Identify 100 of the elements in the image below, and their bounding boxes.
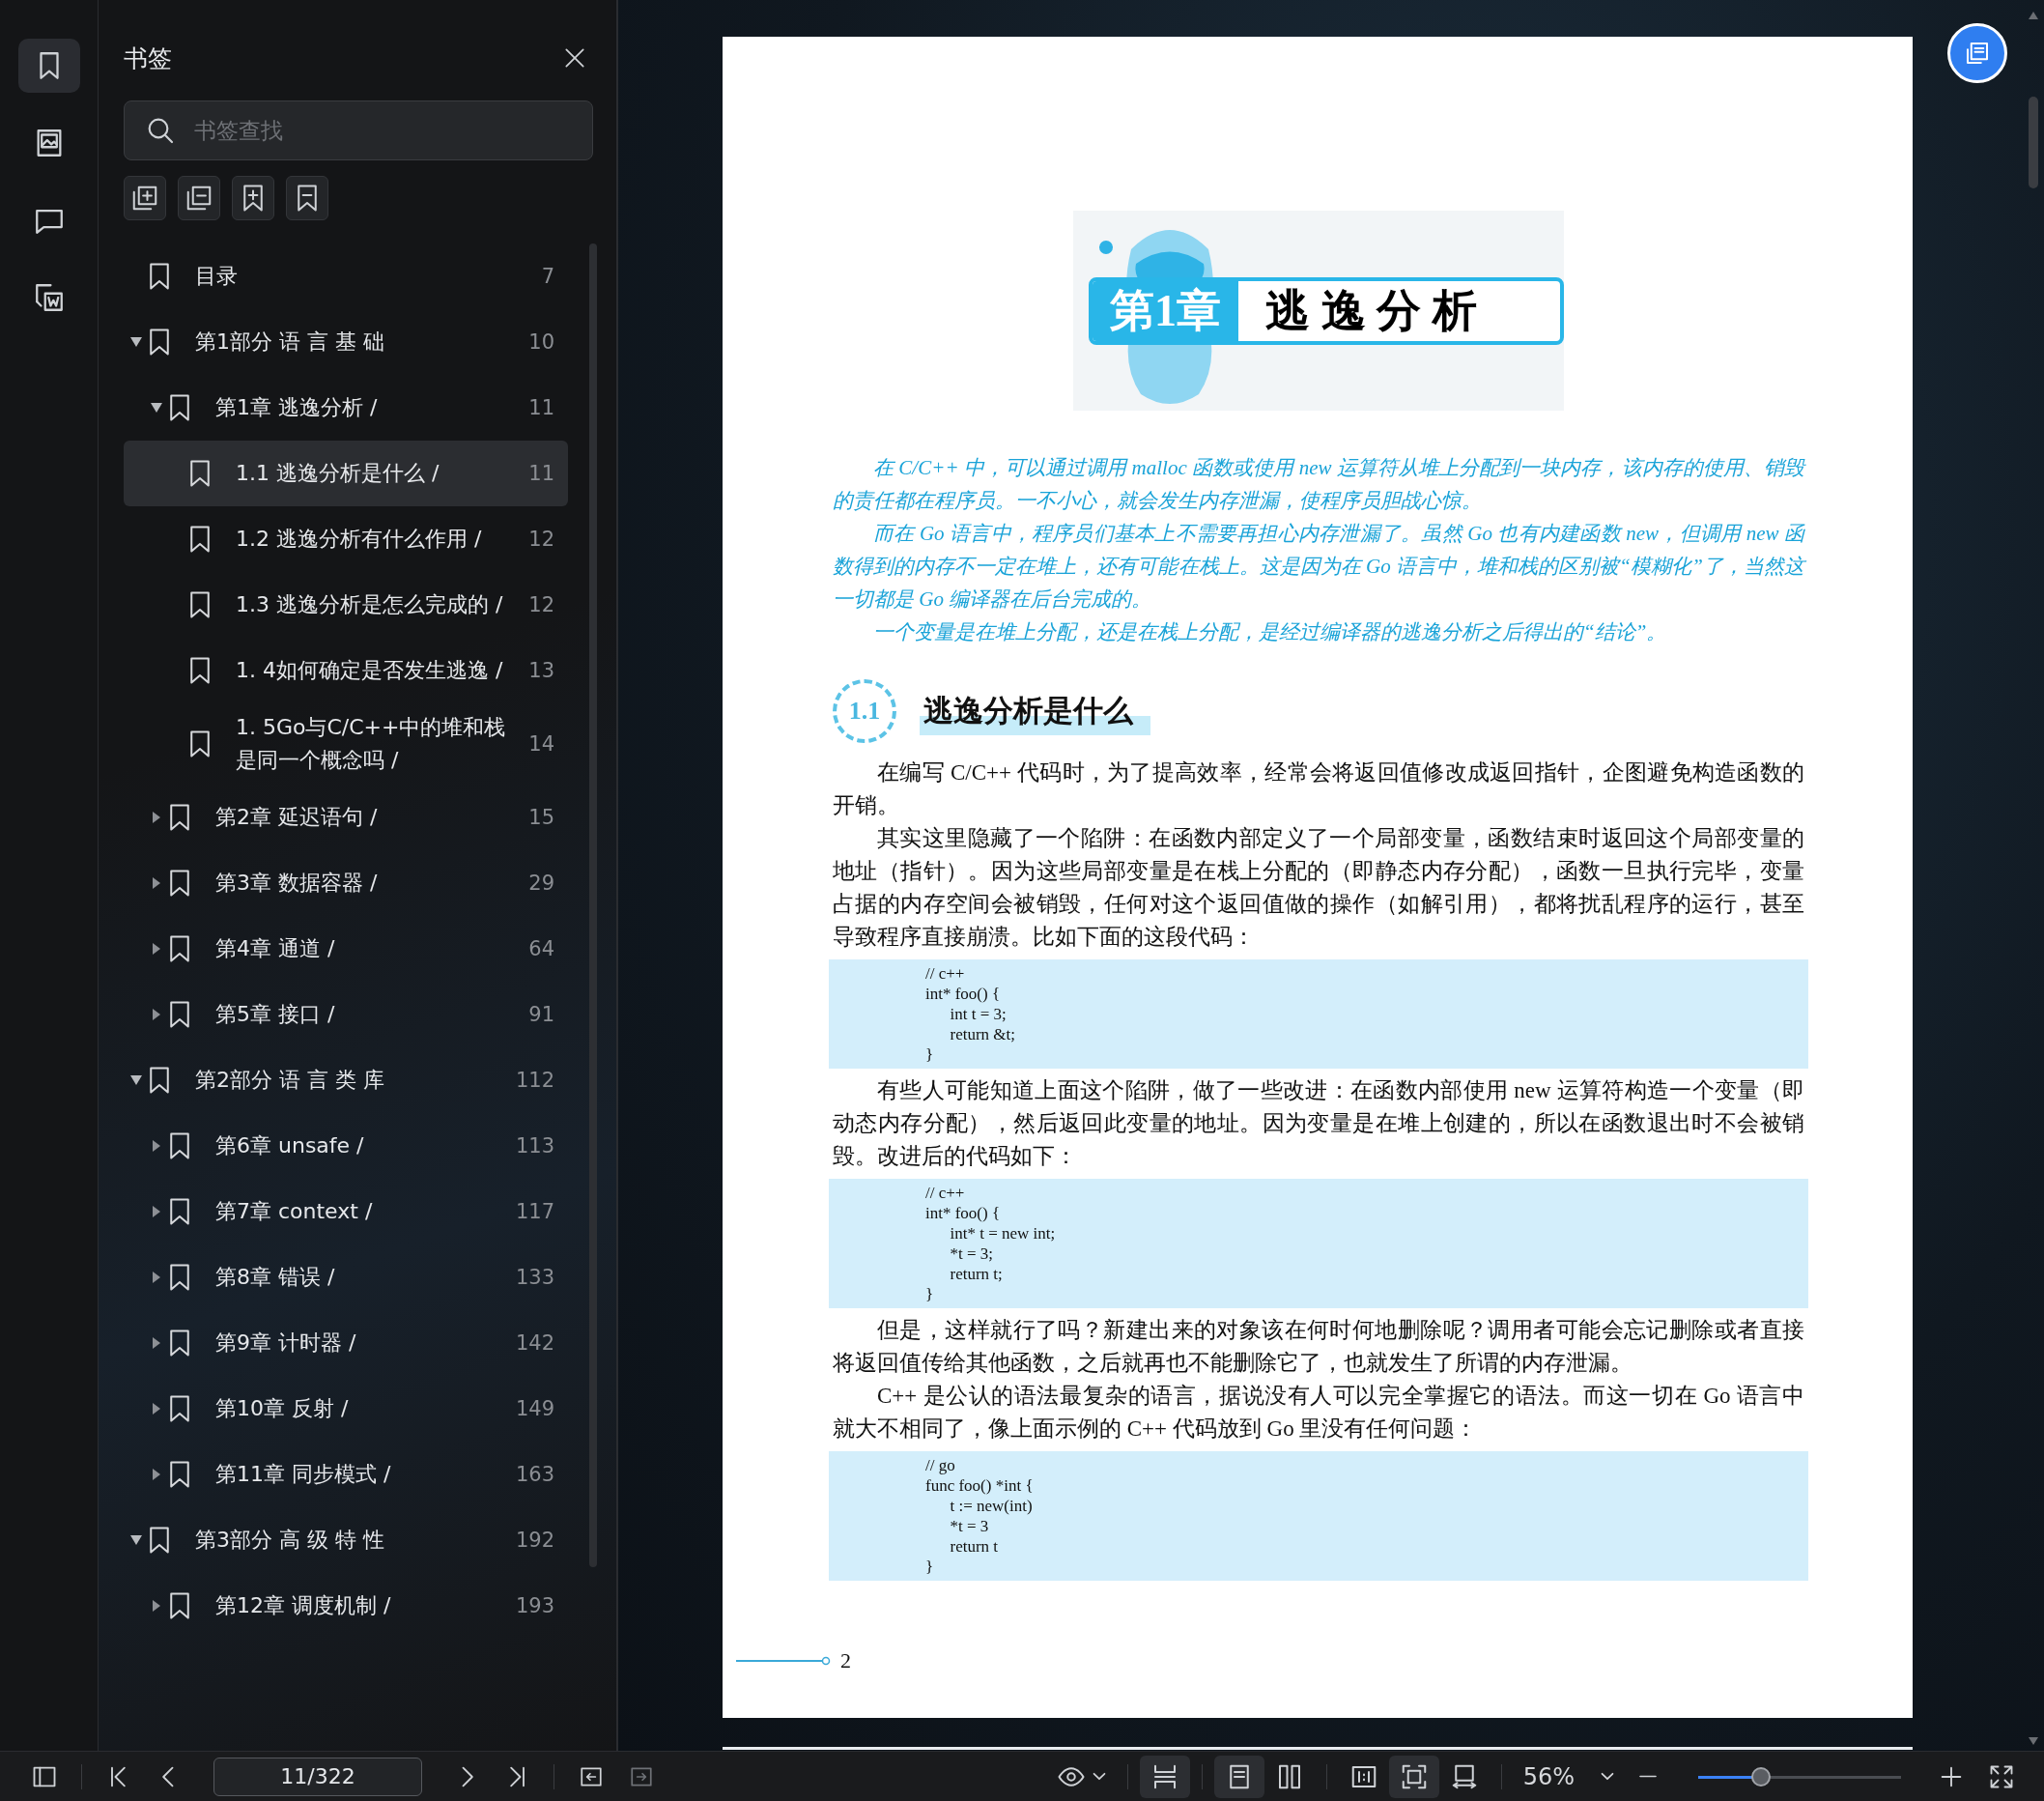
caret-right-icon[interactable] (153, 1600, 160, 1612)
code-line: int* t = new int; (949, 1223, 1056, 1244)
bookmark-tab[interactable] (17, 39, 80, 93)
caret-down-icon[interactable] (130, 337, 142, 347)
intro-paragraph: 一个变量是在堆上分配，还是在栈上分配，是经过编译器的逃逸分析之后得出的“结论”。 (872, 619, 1668, 645)
page-field[interactable]: 11/322 (213, 1757, 422, 1796)
scroll-down-icon[interactable] (2029, 1737, 2038, 1745)
page-number: 7 (541, 265, 554, 288)
code-line: *t = 3; (949, 1244, 994, 1264)
bookmark-item[interactable]: 第1部分 语 言 基 础 10 (124, 309, 568, 375)
bookmark-item[interactable]: 第2章 延迟语句 / 15 (124, 785, 568, 850)
zoom-dropdown[interactable]: 56% (1513, 1762, 1623, 1790)
scroll-up-icon[interactable] (2029, 12, 2038, 19)
code-line: // c++ (925, 963, 965, 984)
fit-page-button[interactable] (1388, 1755, 1439, 1798)
slider-thumb[interactable] (1751, 1766, 1772, 1787)
bookmark-item[interactable]: 1.1 逃逸分析是什么 / 11 (124, 441, 568, 506)
bookmark-item[interactable]: 第6章 unsafe / 113 (124, 1113, 568, 1179)
caret-right-icon[interactable] (153, 1403, 160, 1415)
page-number: 14 (528, 732, 554, 756)
bookmark-label: 第3章 数据容器 / (215, 870, 379, 897)
caret-right-icon[interactable] (153, 812, 160, 823)
page-number: 193 (515, 1594, 554, 1617)
bookmark-label: 第10章 反射 / (215, 1395, 350, 1422)
plus-square-icon (130, 184, 159, 213)
expand-all-button[interactable] (124, 176, 166, 220)
add-bookmark-button[interactable] (232, 176, 274, 220)
bookmark-item[interactable]: 第3章 数据容器 / 29 (124, 850, 568, 916)
scrollbar[interactable] (589, 243, 597, 1567)
bookmark-item[interactable]: 第8章 错误 / 133 (124, 1244, 568, 1310)
bookmark-label: 第2章 延迟语句 / (215, 804, 379, 831)
caret-down-icon[interactable] (130, 1535, 142, 1545)
bookmark-item[interactable]: 1.2 逃逸分析有什么作用 / 12 (124, 506, 568, 572)
bookmark-item[interactable]: 第3部分 高 级 特 性 192 (124, 1507, 568, 1573)
page-number: 29 (528, 872, 554, 895)
caret-right-icon[interactable] (153, 877, 160, 889)
bookmark-item[interactable]: 第10章 反射 / 149 (124, 1376, 568, 1442)
bookmark-item[interactable]: 1. 5Go与C/C++中的堆和栈是同一个概念吗 / 14 (124, 703, 568, 785)
chapter-number: 第1章 (1093, 280, 1238, 341)
page-number: 15 (528, 806, 554, 829)
bookmark-item[interactable]: 第5章 接口 / 91 (124, 982, 568, 1047)
caret-right-icon[interactable] (153, 1140, 160, 1152)
page-number: 12 (528, 528, 554, 551)
body-paragraph: 有些人可能知道上面这个陷阱，做了一些改进：在函数内部使用 new 运算符构造一个变量（即动态内存分配），然后返回此变量的地址。因为变量是在堆上创建的，所以在函数退出时不会被销毁。改进后的代码如下： (833, 1077, 1804, 1170)
code-line: // go (925, 1455, 955, 1475)
bookmark-item[interactable]: 第12章 调度机制 / 193 (124, 1573, 568, 1639)
bookmark-label: 第3部分 高 级 特 性 (195, 1527, 385, 1554)
page-number: 192 (515, 1529, 554, 1552)
bookmark-label: 第9章 计时器 / (215, 1329, 357, 1357)
bookmark-item[interactable]: 1. 4如何确定是否发生逃逸 / 13 (124, 638, 568, 703)
page-number: 11 (528, 462, 554, 485)
code-line: // c++ (925, 1183, 965, 1203)
page-number: 112 (515, 1069, 554, 1092)
remove-bookmark-button[interactable] (286, 176, 328, 220)
caret-down-icon (1093, 1773, 1105, 1780)
bookmark-item[interactable]: 第9章 计时器 / 142 (124, 1310, 568, 1376)
collapse-all-button[interactable] (178, 176, 220, 220)
code-line: t := new(int) (949, 1496, 1033, 1516)
caret-right-icon[interactable] (153, 1469, 160, 1480)
single-page-button[interactable] (1213, 1755, 1264, 1798)
caret-down-icon[interactable] (151, 403, 162, 413)
code-line: return t; (949, 1264, 1003, 1284)
code-line: int* foo() { (925, 1203, 1001, 1223)
page-number: 11 (528, 396, 554, 419)
page-number: 163 (515, 1463, 554, 1486)
bookmark-item[interactable]: 第1章 逃逸分析 / 11 (124, 375, 568, 441)
caret-right-icon[interactable] (153, 1272, 160, 1283)
caret-right-icon[interactable] (153, 1337, 160, 1349)
body-paragraph: 其实这里隐藏了一个陷阱：在函数内部定义了一个局部变量，函数结束时返回这个局部变量的地址（指针）。因为这些局部变量是在栈上分配的（即静态内存分配），函数一旦执行完毕，变量占据的内存空间会被销毁，任何对这个返回值做的操作（如解引用），都将扰乱程序的运行，甚至导致程序直接崩溃。比如下面的这段代码： (833, 825, 1804, 951)
bookmark-label: 1. 5Go与C/C++中的堆和栈是同一个概念吗 / (236, 714, 507, 774)
fit-width-button[interactable] (1139, 1755, 1190, 1798)
code-line: } (925, 1284, 934, 1304)
bookmark-label: 第7章 context / (215, 1198, 374, 1225)
caret-right-icon[interactable] (153, 1206, 160, 1217)
bookmark-item[interactable]: 第2部分 语 言 类 库 112 (124, 1047, 568, 1113)
page-number: 91 (528, 1003, 554, 1026)
bookmark-item[interactable]: 1.3 逃逸分析是怎么完成的 / 12 (124, 572, 568, 638)
bookmark-item[interactable]: 目录 7 (124, 243, 568, 309)
page-number: 64 (528, 937, 554, 960)
search-field[interactable]: 书签查找 (124, 100, 593, 160)
scrollbar-thumb[interactable] (2029, 97, 2038, 188)
bookmark-label: 1.2 逃逸分析有什么作用 / (236, 526, 483, 553)
page-number: 133 (515, 1266, 554, 1289)
bookmark-label: 第6章 unsafe / (215, 1132, 365, 1159)
bookmark-label: 1.3 逃逸分析是怎么完成的 / (236, 591, 504, 618)
bookmark-item[interactable]: 第4章 通道 / 64 (124, 916, 568, 982)
body-paragraph: 在编写 C/C++ 代码时，为了提高效率，经常会将返回值修改成返回指针，企图避免构造函数的开销。 (833, 759, 1804, 819)
bookmark-label: 第12章 调度机制 / (215, 1592, 392, 1619)
intro-paragraph: 在 C/C++ 中，可以通过调用 malloc 函数或使用 new 运算符从堆上分配到一块内存，该内存的使用、销毁的责任都在程序员。一不小心，就会发生内存泄漏，使程序员胆战心惊。 (833, 455, 1804, 514)
code-line: func foo() *int { (925, 1475, 1034, 1496)
bookmark-item[interactable]: 第11章 同步模式 / 163 (124, 1442, 568, 1507)
caret-right-icon[interactable] (153, 1009, 160, 1020)
intro-paragraph: 而在 Go 语言中，程序员们基本上不需要再担心内存泄漏了。虽然 Go 也有内建函数 new，但调用 new 函数得到的内存不一定在堆上，还有可能在栈上。这是因为在 Go 语言中，堆和栈的区别被“模糊化”了，当然这一切都是 Go 编译器在后台完成的。 (833, 521, 1804, 613)
bookmark-label: 第1章 逃逸分析 / (215, 394, 379, 421)
bookmark-label: 1.1 逃逸分析是什么 / (236, 460, 440, 487)
caret-down-icon[interactable] (130, 1075, 142, 1085)
page-number: 142 (515, 1331, 554, 1355)
caret-right-icon[interactable] (153, 943, 160, 955)
bookmark-item[interactable]: 第7章 context / 117 (124, 1179, 568, 1244)
page-number: 12 (528, 593, 554, 616)
